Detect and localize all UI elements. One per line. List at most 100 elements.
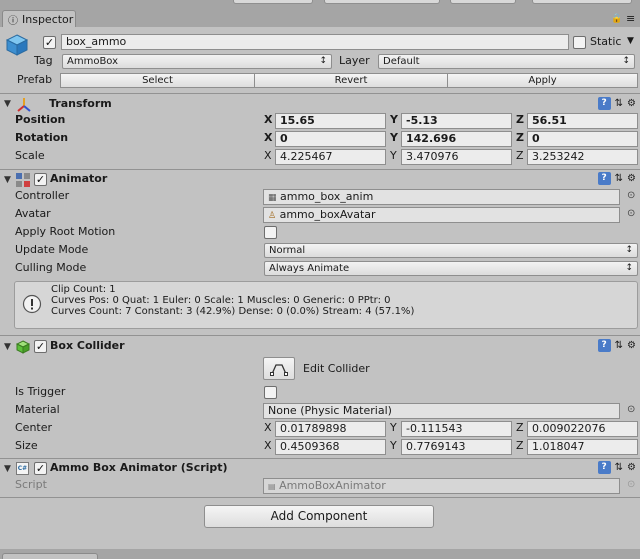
object-name-field[interactable]: box_ammo	[61, 34, 569, 50]
help-book-icon[interactable]: ?	[597, 339, 611, 352]
position-z-field[interactable]: 56.51	[527, 113, 638, 129]
update-mode-dropdown[interactable]: Normal ↕	[264, 243, 638, 258]
rotation-x-field[interactable]: 0	[275, 131, 386, 147]
center-x-field[interactable]: 0.01789898	[275, 421, 386, 437]
chevron-down-icon: ↕	[625, 245, 633, 255]
menu-icon[interactable]: ≡	[626, 12, 635, 25]
preset-icon[interactable]: ⇅	[615, 173, 623, 184]
divider	[0, 458, 640, 459]
object-picker-icon[interactable]: ⊙	[627, 404, 635, 415]
tab-inspector[interactable]: ⓘ Inspector	[2, 10, 76, 28]
bottom-tab[interactable]	[2, 553, 98, 559]
position-label: Position	[15, 113, 66, 126]
avatar-field[interactable]: ♙ ammo_boxAvatar	[263, 207, 620, 223]
toolbar-button[interactable]	[450, 0, 516, 4]
prefab-revert-button[interactable]: Revert	[254, 73, 448, 88]
divider	[0, 335, 640, 336]
prefab-select-button[interactable]: Select	[60, 73, 255, 88]
culling-mode-label: Culling Mode	[15, 261, 87, 274]
script-enabled-checkbox[interactable]: ✓	[34, 462, 47, 475]
size-label: Size	[15, 439, 38, 452]
foldout-arrow-icon[interactable]: ▼	[4, 99, 11, 109]
box-collider-title: Box Collider	[50, 339, 125, 352]
axis-y-label: Y	[390, 131, 398, 144]
tab-strip	[0, 0, 640, 27]
toolbar-button[interactable]	[233, 0, 313, 4]
apply-root-motion-checkbox[interactable]	[264, 226, 277, 239]
position-y-field[interactable]: -5.13	[401, 113, 512, 129]
is-trigger-label: Is Trigger	[15, 385, 66, 398]
controller-field[interactable]: ▦ ammo_box_anim	[263, 189, 620, 205]
toolbar-button[interactable]	[324, 0, 440, 4]
controller-value: ammo_box_anim	[280, 190, 374, 203]
tag-label: Tag	[34, 54, 53, 67]
animator-enabled-checkbox[interactable]: ✓	[34, 173, 47, 186]
transform-axes-icon	[16, 97, 32, 113]
foldout-arrow-icon[interactable]: ▼	[4, 175, 11, 185]
static-checkbox[interactable]	[573, 36, 586, 49]
component-header-icons: ? ⇅ ⚙	[597, 461, 636, 474]
foldout-arrow-icon[interactable]: ▼	[4, 342, 11, 352]
help-book-icon[interactable]: ?	[597, 172, 611, 185]
update-mode-value: Normal	[269, 245, 306, 256]
gear-icon[interactable]: ⚙	[627, 340, 636, 351]
gear-icon[interactable]: ⚙	[627, 462, 636, 473]
is-trigger-checkbox[interactable]	[264, 386, 277, 399]
prefab-apply-button[interactable]: Apply	[447, 73, 638, 88]
axis-x-label: X	[264, 149, 272, 162]
preset-icon[interactable]: ⇅	[615, 340, 623, 351]
avatar-label: Avatar	[15, 207, 51, 220]
layer-dropdown[interactable]: Default ↕	[378, 54, 635, 69]
add-component-button[interactable]: Add Component	[204, 505, 434, 528]
size-x-field[interactable]: 0.4509368	[275, 439, 386, 455]
axis-z-label: Z	[516, 149, 524, 162]
chevron-down-icon: ↕	[622, 56, 630, 66]
object-picker-icon[interactable]: ⊙	[627, 190, 635, 201]
cube-icon	[5, 33, 29, 57]
scale-x-field[interactable]: 4.225467	[275, 149, 386, 165]
size-y-field[interactable]: 0.7769143	[401, 439, 512, 455]
culling-mode-dropdown[interactable]: Always Animate ↕	[264, 261, 638, 276]
box-collider-enabled-checkbox[interactable]: ✓	[34, 340, 47, 353]
center-y-field[interactable]: -0.111543	[401, 421, 512, 437]
animator-info-box: Clip Count: 1 Curves Pos: 0 Quat: 1 Eule…	[14, 281, 638, 329]
rotation-y-field[interactable]: 142.696	[401, 131, 512, 147]
rotation-z-field[interactable]: 0	[527, 131, 638, 147]
scale-y-field[interactable]: 3.470976	[401, 149, 512, 165]
chevron-down-icon: ↕	[625, 263, 633, 273]
gear-icon[interactable]: ⚙	[627, 98, 636, 109]
edit-collider-button[interactable]	[263, 357, 295, 380]
lock-icon[interactable]: 🔒	[611, 14, 622, 24]
divider	[0, 497, 640, 498]
edit-collider-icon	[270, 364, 288, 376]
position-x-field[interactable]: 15.65	[275, 113, 386, 129]
script-file-icon: ▤	[268, 482, 276, 491]
edit-collider-label: Edit Collider	[303, 362, 370, 375]
chevron-down-icon[interactable]: ▼	[627, 36, 634, 46]
update-mode-label: Update Mode	[15, 243, 89, 256]
component-header-icons: ? ⇅ ⚙	[597, 339, 636, 352]
center-z-field[interactable]: 0.009022076	[527, 421, 638, 437]
script-label: Script	[15, 478, 47, 491]
info-line: Clip Count: 1	[51, 284, 116, 295]
center-label: Center	[15, 421, 53, 434]
object-picker-icon[interactable]: ⊙	[627, 208, 635, 219]
tag-value: AmmoBox	[67, 56, 119, 67]
divider	[0, 169, 640, 170]
tag-dropdown[interactable]: AmmoBox ↕	[62, 54, 332, 69]
help-book-icon[interactable]: ?	[597, 97, 611, 110]
toolbar-button[interactable]	[532, 0, 632, 4]
scale-z-field[interactable]: 3.253242	[527, 149, 638, 165]
axis-y-label: Y	[390, 439, 397, 452]
axis-y-label: Y	[390, 149, 397, 162]
axis-z-label: Z	[516, 421, 524, 434]
help-book-icon[interactable]: ?	[597, 461, 611, 474]
foldout-arrow-icon[interactable]: ▼	[4, 464, 11, 474]
material-field[interactable]: None (Physic Material)	[263, 403, 620, 419]
preset-icon[interactable]: ⇅	[615, 98, 623, 109]
active-checkbox[interactable]: ✓	[43, 36, 56, 49]
preset-icon[interactable]: ⇅	[615, 462, 623, 473]
size-z-field[interactable]: 1.018047	[527, 439, 638, 455]
gear-icon[interactable]: ⚙	[627, 173, 636, 184]
axis-z-label: Z	[516, 113, 524, 126]
